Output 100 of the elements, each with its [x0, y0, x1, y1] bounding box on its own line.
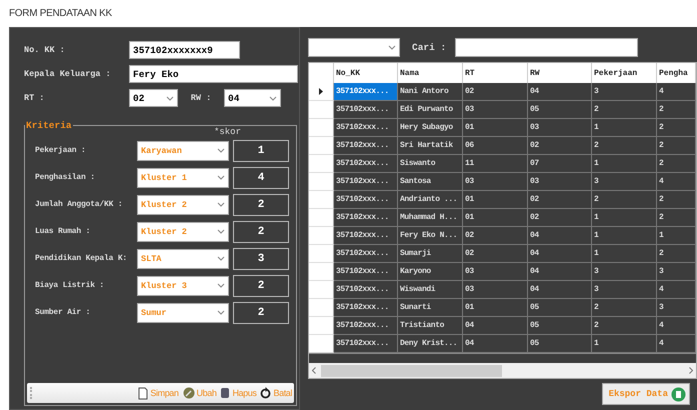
- table-cell[interactable]: 357102xxx...: [334, 83, 398, 101]
- table-cell[interactable]: 01: [463, 209, 528, 227]
- table-cell[interactable]: 02: [463, 227, 528, 245]
- dropdown[interactable]: 04: [224, 89, 281, 107]
- table-cell[interactable]: Edi Purwanto: [398, 101, 463, 119]
- table-cell[interactable]: 03: [528, 119, 592, 137]
- table-cell[interactable]: Tristianto: [398, 317, 463, 335]
- table-cell[interactable]: 4: [657, 173, 696, 191]
- input-field[interactable]: Fery Eko: [129, 65, 298, 83]
- table-cell[interactable]: 2: [657, 155, 696, 173]
- table-cell[interactable]: 357102xxx...: [334, 119, 398, 137]
- table-cell[interactable]: 02: [528, 191, 592, 209]
- table-cell[interactable]: Deny Krist...: [398, 335, 463, 353]
- table-cell[interactable]: 357102xxx...: [334, 209, 398, 227]
- row-header[interactable]: [309, 83, 334, 101]
- table-cell[interactable]: 04: [528, 227, 592, 245]
- table-cell[interactable]: Karyono: [398, 263, 463, 281]
- table-cell[interactable]: 2: [592, 137, 657, 155]
- table-cell[interactable]: 03: [463, 173, 528, 191]
- table-cell[interactable]: 3: [592, 281, 657, 299]
- table-cell[interactable]: 02: [463, 245, 528, 263]
- table-cell[interactable]: 357102xxx...: [334, 317, 398, 335]
- table-cell[interactable]: 3: [592, 263, 657, 281]
- table-cell[interactable]: 07: [528, 155, 592, 173]
- table-cell[interactable]: 03: [463, 101, 528, 119]
- table-cell[interactable]: 04: [528, 83, 592, 101]
- table-cell[interactable]: 03: [463, 281, 528, 299]
- input-field[interactable]: 357102xxxxxxx9: [129, 41, 240, 59]
- table-cell[interactable]: 3: [592, 173, 657, 191]
- table-cell[interactable]: 357102xxx...: [334, 263, 398, 281]
- table-cell[interactable]: 2: [657, 137, 696, 155]
- table-cell[interactable]: 357102xxx...: [334, 155, 398, 173]
- table-cell[interactable]: 02: [528, 209, 592, 227]
- table-cell[interactable]: 4: [657, 281, 696, 299]
- table-cell[interactable]: 2: [657, 245, 696, 263]
- table-cell[interactable]: Sunarti: [398, 299, 463, 317]
- table-cell[interactable]: 2: [657, 119, 696, 137]
- dropdown[interactable]: 02: [129, 89, 178, 107]
- table-cell[interactable]: 01: [463, 191, 528, 209]
- table-cell[interactable]: 357102xxx...: [334, 173, 398, 191]
- table-cell[interactable]: 01: [463, 299, 528, 317]
- table-cell[interactable]: 357102xxx...: [334, 101, 398, 119]
- table-cell[interactable]: 4: [657, 83, 696, 101]
- table-cell[interactable]: 4: [657, 317, 696, 335]
- table-cell[interactable]: 04: [528, 281, 592, 299]
- table-cell[interactable]: 1: [657, 227, 696, 245]
- table-cell[interactable]: 3: [657, 299, 696, 317]
- table-cell[interactable]: 2: [592, 191, 657, 209]
- table-cell[interactable]: 1: [592, 155, 657, 173]
- dropdown[interactable]: [308, 38, 400, 56]
- table-cell[interactable]: 1: [592, 245, 657, 263]
- table-cell[interactable]: 357102xxx...: [334, 191, 398, 209]
- table-cell[interactable]: 2: [592, 299, 657, 317]
- table-cell[interactable]: 357102xxx...: [334, 335, 398, 353]
- table-cell[interactable]: 1: [592, 209, 657, 227]
- search-field[interactable]: [455, 38, 638, 56]
- table-cell[interactable]: 03: [463, 263, 528, 281]
- table-cell[interactable]: 2: [657, 191, 696, 209]
- table-cell[interactable]: 04: [528, 263, 592, 281]
- table-cell[interactable]: 357102xxx...: [334, 299, 398, 317]
- table-cell[interactable]: 2: [592, 101, 657, 119]
- table-cell[interactable]: Muhammad H...: [398, 209, 463, 227]
- scroll-left-icon[interactable]: [312, 367, 316, 374]
- table-cell[interactable]: 357102xxx...: [334, 137, 398, 155]
- table-cell[interactable]: Sumarji: [398, 245, 463, 263]
- table-cell[interactable]: 11: [463, 155, 528, 173]
- table-cell[interactable]: Sri Hartatik: [398, 137, 463, 155]
- table-cell[interactable]: 357102xxx...: [334, 281, 398, 299]
- table-cell[interactable]: 357102xxx...: [334, 245, 398, 263]
- table-cell[interactable]: Andrianto ...: [398, 191, 463, 209]
- table-cell[interactable]: 05: [528, 101, 592, 119]
- horizontal-scrollbar[interactable]: [309, 363, 696, 378]
- table-cell[interactable]: 1: [592, 227, 657, 245]
- grip-handle[interactable]: [30, 387, 34, 399]
- table-cell[interactable]: Hery Subagyo: [398, 119, 463, 137]
- table-cell[interactable]: 1: [592, 335, 657, 353]
- table-cell[interactable]: 04: [528, 245, 592, 263]
- scroll-right-icon[interactable]: [689, 367, 693, 374]
- table-cell[interactable]: 05: [528, 317, 592, 335]
- table-cell[interactable]: 04: [463, 317, 528, 335]
- table-cell[interactable]: 05: [528, 299, 592, 317]
- table-cell[interactable]: 2: [657, 209, 696, 227]
- table-cell[interactable]: 357102xxx...: [334, 227, 398, 245]
- table-cell[interactable]: 02: [463, 83, 528, 101]
- table-cell[interactable]: 05: [528, 335, 592, 353]
- table-cell[interactable]: Wiswandi: [398, 281, 463, 299]
- table-cell[interactable]: Santosa: [398, 173, 463, 191]
- table-cell[interactable]: 04: [463, 335, 528, 353]
- table-cell[interactable]: 3: [592, 83, 657, 101]
- table-cell[interactable]: 1: [592, 119, 657, 137]
- table-cell[interactable]: 02: [528, 137, 592, 155]
- table-cell[interactable]: 4: [657, 335, 696, 353]
- table-cell[interactable]: Fery Eko N...: [398, 227, 463, 245]
- table-cell[interactable]: 2: [657, 101, 696, 119]
- table-cell[interactable]: 01: [463, 119, 528, 137]
- table-cell[interactable]: 06: [463, 137, 528, 155]
- table-cell[interactable]: Siswanto: [398, 155, 463, 173]
- table-cell[interactable]: 03: [528, 173, 592, 191]
- table-cell[interactable]: Nani Antoro: [398, 83, 463, 101]
- table-cell[interactable]: 2: [592, 317, 657, 335]
